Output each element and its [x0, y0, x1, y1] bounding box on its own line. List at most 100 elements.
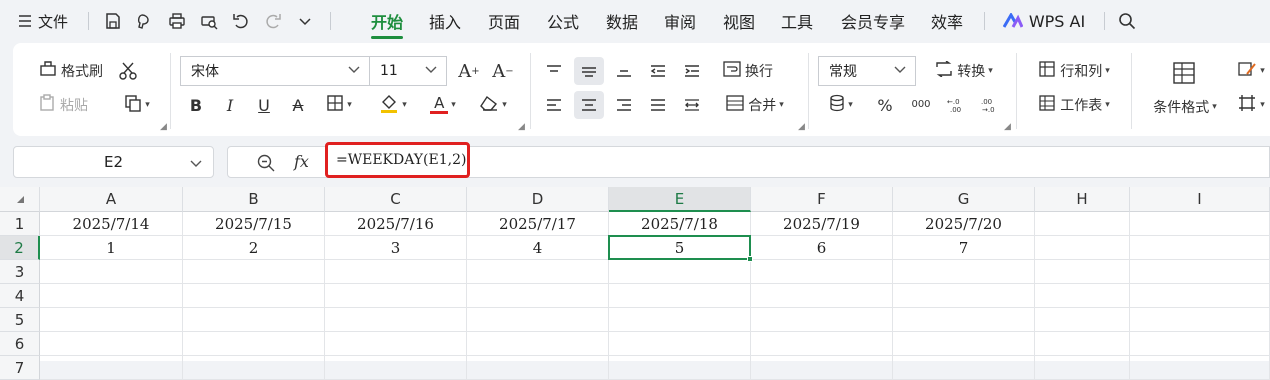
column-header-h[interactable]: H: [1035, 187, 1130, 212]
cell-i6[interactable]: [1130, 332, 1270, 356]
font-shrink-button[interactable]: A −: [490, 57, 516, 85]
cell-a7[interactable]: [40, 356, 183, 380]
name-box[interactable]: E2: [13, 146, 214, 178]
font-size-select[interactable]: 11: [369, 56, 447, 86]
cell-g1[interactable]: 2025/7/20: [893, 212, 1035, 236]
more-icon[interactable]: [292, 0, 318, 42]
wrap-text-button[interactable]: 换行: [716, 57, 780, 85]
brush-icon[interactable]: [132, 0, 158, 42]
column-header-i[interactable]: I: [1130, 187, 1270, 212]
cut-icon[interactable]: [115, 57, 141, 85]
tab-home[interactable]: 开始: [362, 0, 412, 42]
column-header-e[interactable]: E: [609, 187, 751, 212]
cell-i4[interactable]: [1130, 284, 1270, 308]
cell-f1[interactable]: 2025/7/19: [751, 212, 893, 236]
worksheet-button[interactable]: 工作表 ▾: [1029, 91, 1119, 119]
tab-efficiency[interactable]: 效率: [922, 0, 972, 42]
cell-i2[interactable]: [1130, 236, 1270, 260]
cell-b4[interactable]: [183, 284, 325, 308]
cell-c3[interactable]: [325, 260, 467, 284]
cell-style-button[interactable]: ▾: [1231, 57, 1270, 85]
cell-d1[interactable]: 2025/7/17: [467, 212, 609, 236]
conditional-format-button[interactable]: 条件格式 ▾: [1145, 93, 1225, 121]
cell-a6[interactable]: [40, 332, 183, 356]
search-icon[interactable]: [1114, 0, 1140, 42]
increase-indent-icon[interactable]: [678, 57, 706, 85]
cell-c4[interactable]: [325, 284, 467, 308]
number-format-select[interactable]: 常规: [818, 56, 916, 86]
expand-icon[interactable]: ◢: [798, 122, 805, 132]
distribute-icon[interactable]: [678, 91, 706, 119]
column-header-g[interactable]: G: [893, 187, 1035, 212]
justify-icon[interactable]: [644, 91, 672, 119]
convert-button[interactable]: 转换 ▾: [927, 57, 1001, 85]
chevron-down-icon[interactable]: [189, 156, 203, 174]
cell-h6[interactable]: [1035, 332, 1130, 356]
tab-formula[interactable]: 公式: [538, 0, 588, 42]
fill-handle[interactable]: [747, 256, 753, 262]
cell-a5[interactable]: [40, 308, 183, 332]
redo-icon[interactable]: [260, 0, 286, 42]
cell-d2[interactable]: 4: [467, 236, 609, 260]
cell-h1[interactable]: [1035, 212, 1130, 236]
tab-data[interactable]: 数据: [597, 0, 647, 42]
row-header-7[interactable]: 7: [0, 356, 40, 380]
cell-g3[interactable]: [893, 260, 1035, 284]
select-all-corner[interactable]: [0, 187, 40, 212]
percent-button[interactable]: %: [871, 91, 899, 119]
row-header-6[interactable]: 6: [0, 332, 40, 356]
border-button[interactable]: ▾: [319, 91, 359, 119]
cell-b3[interactable]: [183, 260, 325, 284]
merge-button[interactable]: 合并 ▾: [716, 91, 794, 119]
row-header-2[interactable]: 2: [0, 236, 40, 260]
formula-text[interactable]: =WEEKDAY(E1,2): [325, 142, 470, 178]
thousands-button[interactable]: 000: [907, 91, 935, 119]
print-preview-icon[interactable]: [196, 0, 222, 42]
save-icon[interactable]: [100, 0, 126, 42]
zoom-icon[interactable]: [256, 153, 276, 177]
tab-page[interactable]: 页面: [479, 0, 529, 42]
expand-icon[interactable]: ◢: [1004, 122, 1011, 132]
font-color-button[interactable]: A ▾: [423, 91, 463, 119]
align-center-icon[interactable]: [574, 91, 604, 119]
tab-tools[interactable]: 工具: [772, 0, 822, 42]
cell-a1[interactable]: 2025/7/14: [40, 212, 183, 236]
tab-review[interactable]: 审阅: [655, 0, 705, 42]
cell-i3[interactable]: [1130, 260, 1270, 284]
column-header-d[interactable]: D: [467, 187, 609, 212]
tab-insert[interactable]: 插入: [420, 0, 470, 42]
cell-b7[interactable]: [183, 356, 325, 380]
row-header-3[interactable]: 3: [0, 260, 40, 284]
conditional-format-icon[interactable]: [1167, 55, 1201, 91]
cell-e3[interactable]: [609, 260, 751, 284]
column-header-f[interactable]: F: [751, 187, 893, 212]
undo-icon[interactable]: [228, 0, 254, 42]
decrease-decimal-icon[interactable]: .00 →.0: [975, 91, 1003, 119]
align-bottom-icon[interactable]: [610, 57, 638, 85]
align-left-icon[interactable]: [540, 91, 568, 119]
cell-g7[interactable]: [893, 356, 1035, 380]
expand-icon[interactable]: ◢: [160, 122, 167, 132]
fx-button[interactable]: fx: [294, 152, 309, 171]
column-header-c[interactable]: C: [325, 187, 467, 212]
cell-f7[interactable]: [751, 356, 893, 380]
cell-f4[interactable]: [751, 284, 893, 308]
tab-view[interactable]: 视图: [714, 0, 764, 42]
cell-e5[interactable]: [609, 308, 751, 332]
cell-h2[interactable]: [1035, 236, 1130, 260]
row-header-5[interactable]: 5: [0, 308, 40, 332]
cell-h7[interactable]: [1035, 356, 1130, 380]
cell-f2[interactable]: 6: [751, 236, 893, 260]
cell-f6[interactable]: [751, 332, 893, 356]
italic-button[interactable]: I: [217, 91, 243, 119]
cell-a4[interactable]: [40, 284, 183, 308]
cell-b1[interactable]: 2025/7/15: [183, 212, 325, 236]
cell-d4[interactable]: [467, 284, 609, 308]
align-middle-icon[interactable]: [574, 57, 604, 85]
print-icon[interactable]: [164, 0, 190, 42]
cell-i5[interactable]: [1130, 308, 1270, 332]
file-menu[interactable]: 文件: [8, 0, 78, 42]
cell-d3[interactable]: [467, 260, 609, 284]
cell-d5[interactable]: [467, 308, 609, 332]
font-name-select[interactable]: 宋体: [180, 56, 370, 86]
